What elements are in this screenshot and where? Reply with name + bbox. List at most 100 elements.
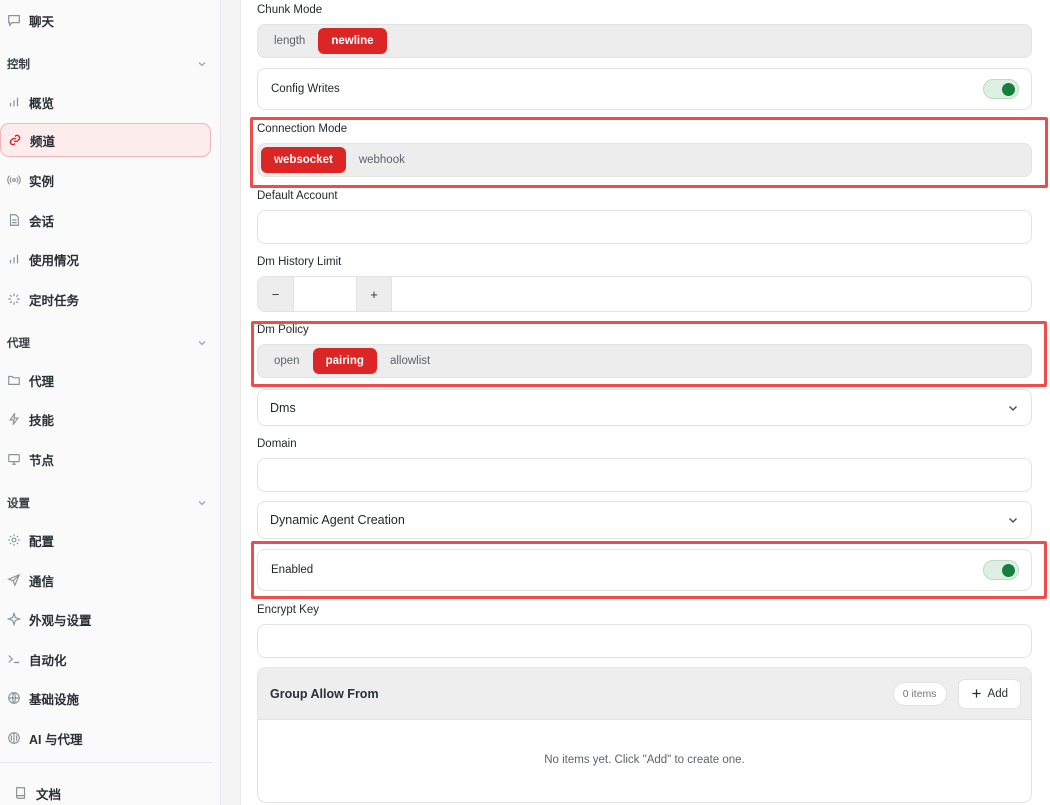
enabled-label: Enabled — [271, 564, 314, 576]
sidebar-section-settings[interactable]: 设置 — [7, 493, 207, 513]
decrement-button[interactable]: − — [258, 277, 294, 311]
chunk-mode-option-newline[interactable]: newline — [318, 28, 387, 54]
connection-mode-segmented: websocket webhook — [257, 143, 1032, 177]
dm-history-limit-stepper: − + — [257, 276, 1032, 312]
section-label: 控制 — [7, 59, 30, 71]
chevron-down-icon — [198, 341, 206, 346]
chat-bubble-icon — [7, 13, 21, 27]
sidebar-item-label: 技能 — [29, 413, 55, 428]
section-label: 设置 — [7, 498, 30, 510]
dm-policy-label: Dm Policy — [257, 324, 309, 336]
monitor-icon — [7, 452, 21, 466]
dm-policy-option-open[interactable]: open — [261, 348, 313, 374]
plus-icon — [971, 689, 981, 698]
sidebar-item-label: 聊天 — [29, 14, 55, 29]
link-icon — [8, 133, 22, 147]
folder-icon — [7, 373, 21, 387]
default-account-input[interactable] — [257, 210, 1032, 244]
sidebar-item-nodes[interactable]: 节点 — [0, 442, 221, 476]
dynamic-agent-creation-collapsible[interactable]: Dynamic Agent Creation — [257, 501, 1032, 539]
add-item-button[interactable]: Add — [957, 678, 1021, 709]
chunk-mode-label: Chunk Mode — [257, 4, 323, 16]
bar-chart-icon — [7, 252, 21, 266]
dms-label: Dms — [270, 400, 296, 415]
sidebar-item-channels[interactable]: 频道 — [0, 123, 211, 157]
sidebar-item-overview[interactable]: 概览 — [0, 85, 221, 119]
sidebar-item-label: AI 与代理 — [29, 732, 83, 747]
sparkle-icon — [7, 612, 21, 626]
sidebar-item-ai-agents[interactable]: AI 与代理 — [0, 721, 221, 755]
broadcast-icon — [7, 173, 21, 187]
config-writes-toggle[interactable] — [983, 79, 1019, 99]
sidebar-item-label: 频道 — [30, 134, 56, 149]
dm-policy-option-pairing[interactable]: pairing — [312, 348, 377, 374]
sidebar-item-label: 基础设施 — [29, 692, 80, 707]
document-icon — [7, 213, 21, 227]
sidebar-item-sessions[interactable]: 会话 — [0, 203, 221, 237]
group-allow-from-header: Group Allow From 0 items Add — [258, 668, 1031, 720]
lightning-icon — [7, 412, 21, 426]
encrypt-key-input[interactable] — [257, 624, 1032, 658]
sidebar-item-instances[interactable]: 实例 — [0, 163, 221, 197]
dm-history-limit-label: Dm History Limit — [257, 256, 342, 268]
sidebar-item-communication[interactable]: 通信 — [0, 563, 221, 597]
dm-history-limit-input[interactable] — [294, 277, 356, 311]
increment-button[interactable]: + — [356, 277, 392, 311]
connection-mode-label: Connection Mode — [257, 123, 348, 135]
sidebar-item-label: 代理 — [29, 374, 55, 389]
chevron-down-icon — [1009, 518, 1017, 523]
enabled-row: Enabled — [257, 549, 1032, 591]
sidebar-item-appearance[interactable]: 外观与设置 — [0, 602, 221, 636]
chunk-mode-segmented: length newline — [257, 24, 1032, 58]
sidebar-item-usage[interactable]: 使用情况 — [0, 242, 221, 276]
sidebar-item-docs[interactable]: 文档 — [0, 776, 221, 805]
sidebar-item-config[interactable]: 配置 — [0, 523, 221, 557]
toggle-knob — [1002, 83, 1015, 96]
sidebar-section-agents[interactable]: 代理 — [7, 333, 207, 353]
sidebar-item-label: 使用情况 — [29, 253, 80, 268]
brain-icon — [7, 731, 21, 745]
main-panel: Chunk Mode length newline Config Writes … — [240, 0, 1050, 805]
chevron-down-icon — [198, 62, 206, 67]
empty-state-message: No items yet. Click "Add" to create one. — [544, 754, 745, 766]
sidebar-item-label: 实例 — [29, 174, 55, 189]
sidebar-item-label: 文档 — [36, 787, 62, 802]
sidebar-item-agents[interactable]: 代理 — [0, 363, 221, 397]
default-account-label: Default Account — [257, 190, 338, 202]
sidebar: 聊天 控制 概览 频道 实例 会话 使用情况 定时任务 代理 代理 技能 节点 … — [0, 0, 221, 805]
sidebar-section-control[interactable]: 控制 — [7, 54, 207, 74]
sidebar-item-label: 配置 — [29, 534, 55, 549]
sidebar-item-label: 节点 — [29, 453, 55, 468]
item-count-badge: 0 items — [892, 681, 947, 706]
dm-policy-segmented: open pairing allowlist — [257, 344, 1032, 378]
dm-policy-option-allowlist[interactable]: allowlist — [377, 348, 443, 374]
bar-chart-icon — [7, 95, 21, 109]
terminal-icon — [7, 652, 21, 666]
globe-icon — [7, 691, 21, 705]
section-label: 代理 — [7, 338, 30, 350]
sidebar-item-chat[interactable]: 聊天 — [0, 3, 221, 37]
gear-icon — [7, 533, 21, 547]
sidebar-item-label: 会话 — [29, 214, 55, 229]
chevron-down-icon — [1009, 405, 1017, 411]
toggle-knob — [1002, 564, 1015, 577]
group-allow-from-title: Group Allow From — [270, 686, 379, 701]
connection-mode-option-websocket[interactable]: websocket — [261, 147, 346, 173]
sidebar-item-skills[interactable]: 技能 — [0, 402, 221, 436]
group-allow-from-panel: Group Allow From 0 items Add No items ye… — [257, 667, 1032, 803]
enabled-toggle[interactable] — [983, 560, 1019, 580]
domain-input[interactable] — [257, 458, 1032, 492]
connection-mode-option-webhook[interactable]: webhook — [346, 147, 418, 173]
dynamic-agent-creation-label: Dynamic Agent Creation — [270, 513, 405, 527]
sidebar-item-label: 自动化 — [29, 653, 67, 668]
encrypt-key-label: Encrypt Key — [257, 604, 319, 616]
config-writes-row: Config Writes — [257, 68, 1032, 110]
sidebar-item-scheduled-tasks[interactable]: 定时任务 — [0, 282, 221, 316]
sidebar-item-label: 外观与设置 — [29, 613, 92, 628]
chevron-down-icon — [198, 501, 206, 506]
sidebar-item-infrastructure[interactable]: 基础设施 — [0, 681, 221, 715]
sidebar-item-label: 概览 — [29, 96, 55, 111]
dms-collapsible[interactable]: Dms — [257, 389, 1032, 426]
chunk-mode-option-length[interactable]: length — [261, 28, 318, 54]
sidebar-item-automation[interactable]: 自动化 — [0, 642, 221, 676]
